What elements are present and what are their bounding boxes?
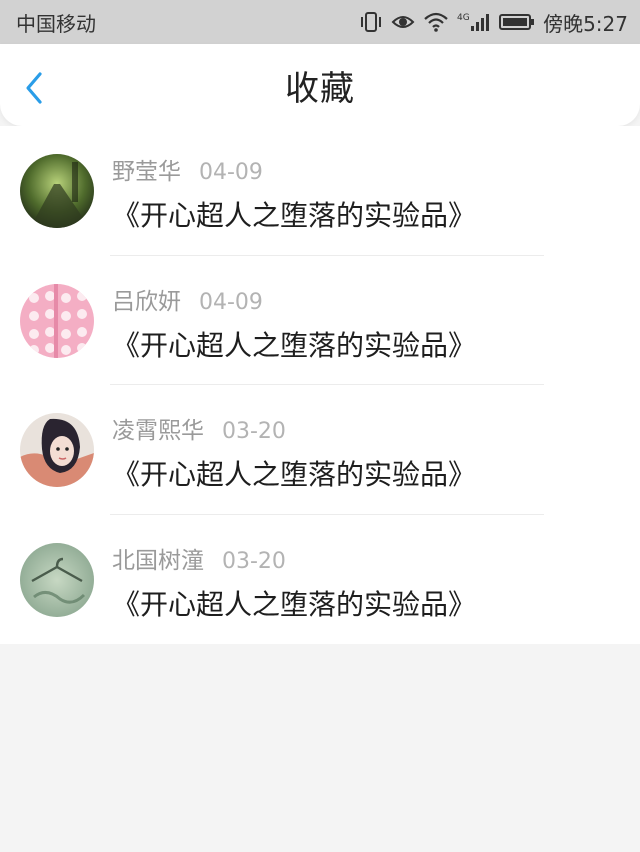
avatar[interactable] bbox=[20, 283, 94, 358]
favorites-list: 野莹华 04-09 《开心超人之堕落的实验品》 吕欣妍 04-09 《开心超人之… bbox=[0, 126, 640, 644]
author-name: 吕欣妍 bbox=[112, 288, 181, 315]
item-meta: 野莹华 04-09 bbox=[112, 152, 263, 186]
signal-icon: 4G bbox=[457, 11, 491, 33]
wifi-icon bbox=[423, 11, 449, 33]
item-date: 03-20 bbox=[222, 548, 286, 574]
item-title[interactable]: 《开心超人之堕落的实验品》 bbox=[112, 453, 476, 493]
clock-label: 傍晚5:27 bbox=[543, 11, 628, 36]
favorite-item[interactable]: 吕欣妍 04-09 《开心超人之堕落的实验品》 bbox=[0, 256, 640, 385]
eye-icon bbox=[391, 11, 415, 33]
carrier-label: 中国移动 bbox=[16, 11, 96, 36]
page-title: 收藏 bbox=[285, 68, 355, 109]
item-title[interactable]: 《开心超人之堕落的实验品》 bbox=[112, 583, 476, 623]
back-button[interactable] bbox=[16, 70, 52, 106]
item-title[interactable]: 《开心超人之堕落的实验品》 bbox=[112, 324, 476, 364]
item-meta: 凌霄熙华 03-20 bbox=[112, 411, 286, 445]
network-type-label: 4G bbox=[457, 13, 470, 23]
battery-icon bbox=[499, 11, 535, 33]
item-meta: 北国树潼 03-20 bbox=[112, 541, 286, 575]
status-bar: 中国移动 4G 傍晚5:27 bbox=[0, 0, 640, 44]
chevron-left-icon bbox=[26, 72, 42, 104]
avatar[interactable] bbox=[20, 413, 94, 487]
author-name: 凌霄熙华 bbox=[112, 418, 204, 444]
favorite-item[interactable]: 野莹华 04-09 《开心超人之堕落的实验品》 bbox=[0, 126, 640, 256]
item-date: 04-09 bbox=[199, 289, 263, 315]
favorite-item[interactable]: 凌霄熙华 03-20 《开心超人之堕落的实验品》 bbox=[0, 385, 640, 515]
status-icons: 4G 傍晚5:27 bbox=[359, 8, 628, 37]
favorite-item[interactable]: 北国树潼 03-20 《开心超人之堕落的实验品》 bbox=[0, 515, 640, 645]
item-title[interactable]: 《开心超人之堕落的实验品》 bbox=[112, 194, 476, 234]
nav-bar: 收藏 bbox=[0, 44, 640, 126]
author-name: 野莹华 bbox=[112, 159, 181, 185]
item-meta: 吕欣妍 04-09 bbox=[112, 282, 263, 316]
author-name: 北国树潼 bbox=[112, 547, 204, 574]
avatar[interactable] bbox=[20, 542, 94, 617]
avatar[interactable] bbox=[20, 154, 94, 228]
item-date: 04-09 bbox=[199, 160, 263, 185]
item-date: 03-20 bbox=[222, 419, 286, 444]
vibrate-icon bbox=[359, 11, 383, 33]
